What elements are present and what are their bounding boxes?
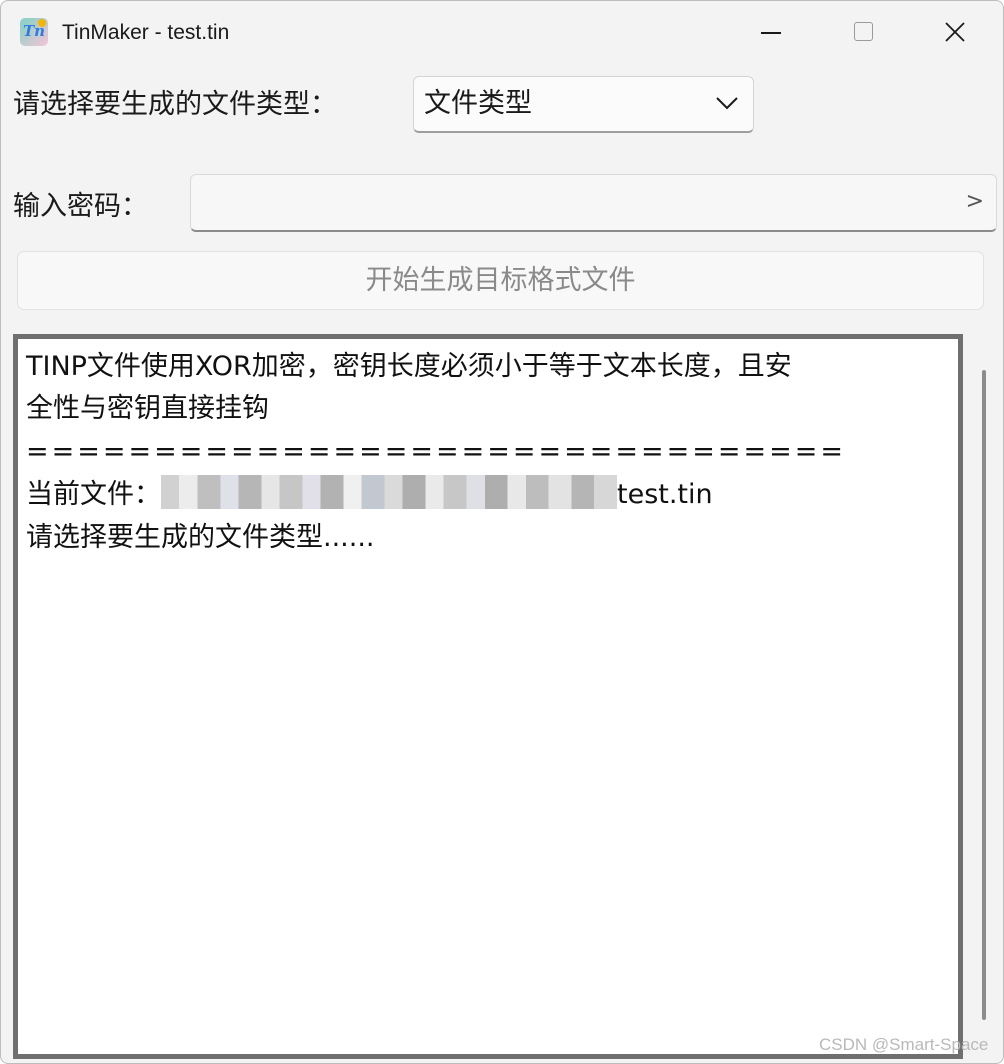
generate-button[interactable]: 开始生成目标格式文件	[17, 251, 984, 310]
redacted-path	[161, 475, 617, 509]
minimize-icon	[761, 32, 781, 34]
log-line: ================================	[26, 436, 846, 467]
current-file-name: test.tin	[617, 479, 713, 510]
log-line: 请选择要生成的文件类型......	[26, 522, 375, 553]
file-type-label: 请选择要生成的文件类型：	[13, 89, 337, 120]
log-line: 全性与密钥直接挂钩	[26, 393, 269, 424]
password-field[interactable]: >	[190, 174, 997, 232]
app-icon: Tn	[20, 18, 48, 46]
file-type-select[interactable]: 文件类型	[413, 76, 754, 133]
log-line-current-file: 当前文件： test.tin	[26, 475, 713, 515]
chevron-down-icon	[716, 97, 738, 110]
app-window: Tn TinMaker - test.tin 请选择要生成的文件类型： 文件类型…	[0, 0, 1004, 1064]
log-scrollbar[interactable]	[980, 370, 988, 1020]
maximize-button[interactable]	[817, 1, 909, 63]
scrollbar-thumb[interactable]	[982, 370, 986, 1020]
minimize-button[interactable]	[725, 1, 817, 63]
current-file-label: 当前文件：	[26, 479, 161, 510]
generate-button-label: 开始生成目标格式文件	[365, 265, 636, 296]
maximize-icon	[854, 22, 873, 41]
reveal-password-button[interactable]: >	[966, 187, 984, 217]
title-bar[interactable]: Tn TinMaker - test.tin	[1, 1, 1003, 65]
log-line: TINP文件使用XOR加密，密钥长度必须小于等于文本长度，且安	[26, 351, 792, 382]
window-title: TinMaker - test.tin	[62, 21, 230, 44]
log-output[interactable]: TINP文件使用XOR加密，密钥长度必须小于等于文本长度，且安 全性与密钥直接挂…	[13, 334, 963, 1059]
watermark: CSDN @Smart-Space	[819, 1035, 989, 1054]
password-input[interactable]	[199, 183, 943, 225]
password-label: 输入密码：	[13, 191, 148, 222]
close-button[interactable]	[909, 1, 1001, 63]
file-type-selected-value: 文件类型	[424, 88, 532, 119]
close-icon	[945, 22, 965, 42]
